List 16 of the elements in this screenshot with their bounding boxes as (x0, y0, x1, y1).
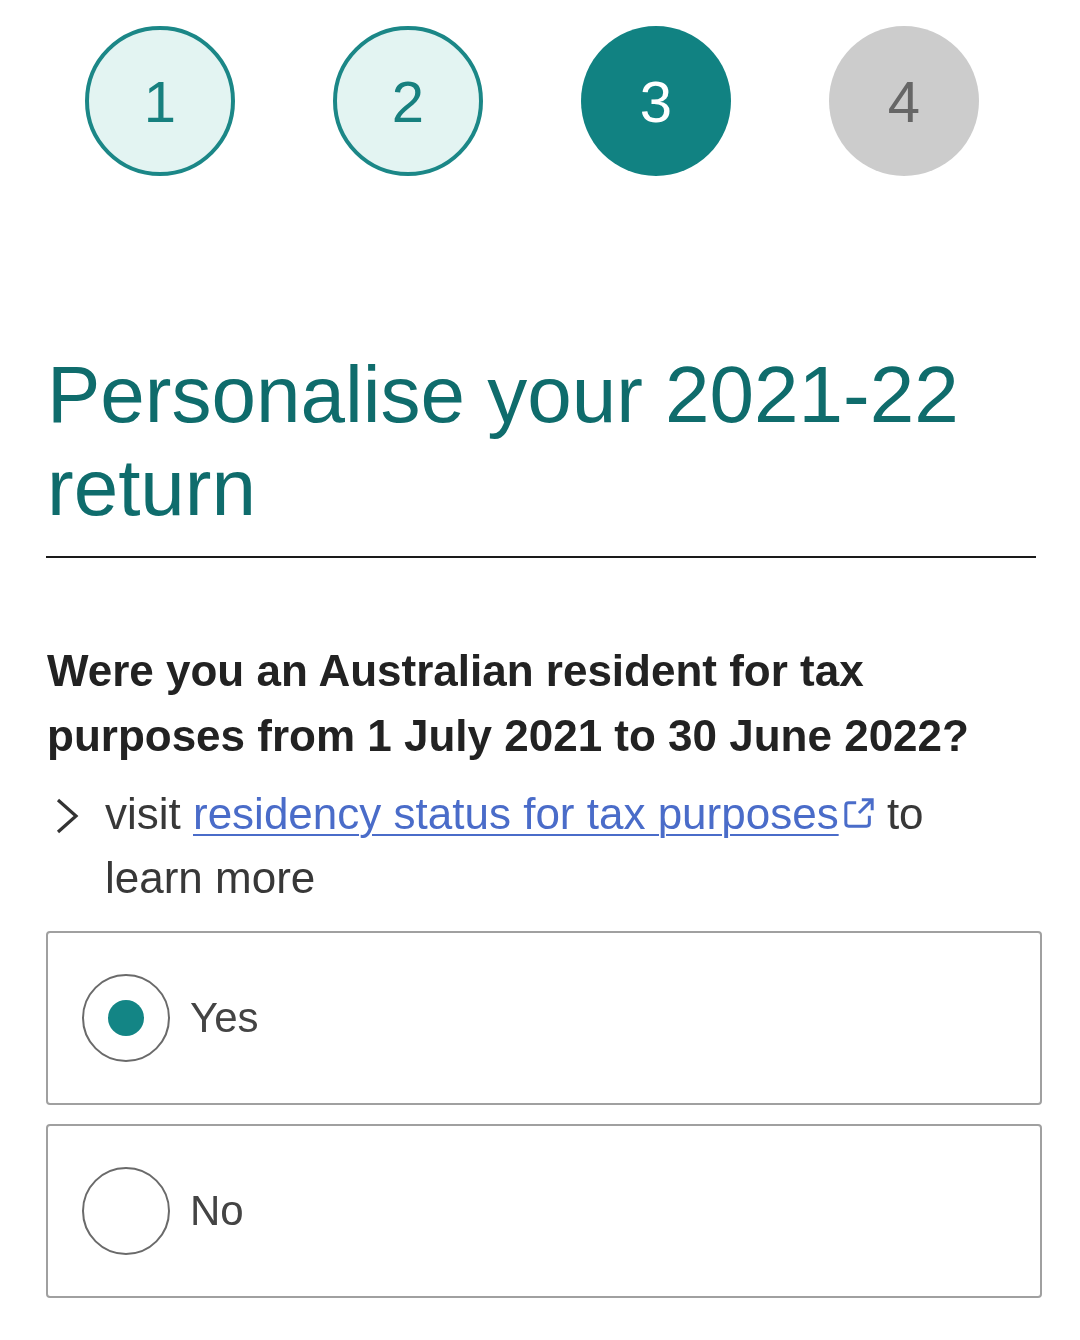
step-indicator: 2 (333, 26, 483, 176)
help-text: visit residency status for tax purposes to learn more (105, 788, 925, 904)
step-indicator: 1 (85, 26, 235, 176)
option-label: No (190, 1187, 244, 1235)
radio-button[interactable] (82, 1167, 170, 1255)
page-heading: Personalise your 2021-22 return (47, 349, 960, 534)
radio-button[interactable] (82, 974, 170, 1062)
option-label: Yes (190, 994, 259, 1042)
chevron-right-icon (55, 798, 79, 834)
option-card[interactable]: No (46, 1124, 1042, 1298)
residency-link[interactable]: residency status for tax purposes (193, 789, 875, 838)
step-indicator: 4 (829, 26, 979, 176)
step-indicator: 3 (581, 26, 731, 176)
external-link-icon (842, 797, 875, 829)
option-card[interactable]: Yes (46, 931, 1042, 1105)
question-text: Were you an Australian resident for tax purposes from 1 July 2021 to 30 June 2022? (47, 645, 970, 762)
